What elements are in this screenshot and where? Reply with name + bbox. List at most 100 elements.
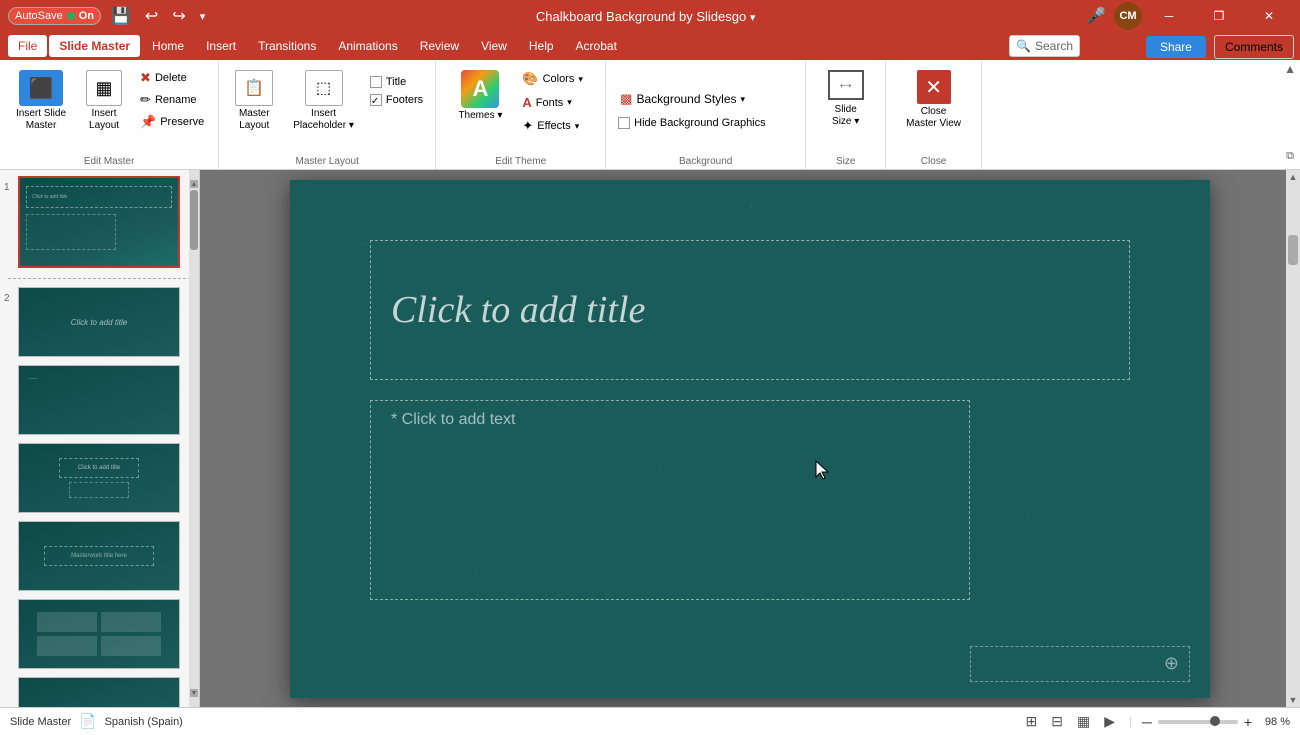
- themes-button[interactable]: A Themes ▾: [450, 66, 510, 125]
- slide-item-7[interactable]: [4, 677, 195, 707]
- comments-button[interactable]: Comments: [1214, 35, 1294, 59]
- slide-size-button[interactable]: ⟷ SlideSize ▾: [820, 66, 872, 132]
- colors-button[interactable]: 🎨 Colors ▾: [514, 68, 591, 90]
- canvas-scrollbar-v[interactable]: ▲ ▼: [1286, 170, 1300, 707]
- themes-icon: A: [461, 70, 499, 108]
- slide-thumb-4[interactable]: Click to add title: [18, 443, 180, 513]
- title-placeholder[interactable]: Click to add title: [370, 240, 1130, 380]
- footers-cb-icon: [370, 94, 382, 106]
- slide-item-4[interactable]: Click to add title: [4, 443, 195, 513]
- size-label: Size: [836, 152, 855, 167]
- search-icon: 🔍: [1016, 39, 1031, 53]
- menu-home[interactable]: Home: [142, 35, 194, 57]
- scroll-down-button[interactable]: ▼: [1287, 693, 1300, 707]
- insert-placeholder-button[interactable]: ⬚ InsertPlaceholder ▾: [285, 66, 362, 136]
- slide-thumb-3[interactable]: ──: [18, 365, 180, 435]
- title-placeholder-text: Click to add title: [391, 288, 645, 332]
- colors-icon: 🎨: [522, 71, 538, 87]
- slide-item-2[interactable]: 2 Click to add title: [4, 287, 195, 357]
- menu-slide-master[interactable]: Slide Master: [49, 35, 140, 57]
- search-text: Search: [1035, 39, 1073, 53]
- insert-slide-master-button[interactable]: ⬛ Insert SlideMaster: [8, 66, 74, 136]
- delete-button[interactable]: ✖ Delete: [134, 68, 210, 88]
- background-expand-button[interactable]: ⧉: [1286, 150, 1294, 163]
- menu-transitions[interactable]: Transitions: [248, 35, 326, 57]
- zoom-percent-label[interactable]: 98 %: [1258, 716, 1290, 728]
- title-bar-left: AutoSave On 💾 ↩ ↪ ▾: [8, 4, 209, 28]
- slide-thumb-1[interactable]: Click to add title: [18, 176, 180, 268]
- slide-item-1[interactable]: 1 Click to add title: [4, 176, 195, 268]
- ribbon-collapse-button[interactable]: ▲: [1284, 62, 1296, 76]
- preserve-button[interactable]: 📌 Preserve: [134, 112, 210, 132]
- rename-button[interactable]: ✏ Rename: [134, 90, 210, 110]
- notes-icon[interactable]: 📄: [79, 713, 96, 730]
- ribbon-group-edit-master: ⬛ Insert SlideMaster ▦ InsertLayout ✖ De…: [0, 60, 219, 169]
- main-area: 1 Click to add title 2 Click to add titl…: [0, 170, 1300, 707]
- scroll-thumb-v[interactable]: [1288, 235, 1298, 265]
- close-group-label: Close: [921, 152, 947, 167]
- panel-scrollbar[interactable]: ▲ ▼: [189, 170, 199, 707]
- close-master-view-button[interactable]: ✕ CloseMaster View: [894, 66, 973, 134]
- autosave-state: On: [79, 10, 94, 22]
- menu-review[interactable]: Review: [410, 35, 469, 57]
- ribbon-group-close: ✕ CloseMaster View Close: [886, 60, 982, 169]
- master-layout-button[interactable]: 📋 MasterLayout: [227, 66, 281, 136]
- redo-icon[interactable]: ↪: [168, 4, 189, 28]
- autosave-toggle[interactable]: AutoSave On: [8, 7, 101, 25]
- mic-icon[interactable]: 🎤: [1082, 4, 1110, 28]
- slide-thumb-7[interactable]: [18, 677, 180, 707]
- autosave-label: AutoSave: [15, 10, 63, 22]
- slide-thumb-6[interactable]: [18, 599, 180, 669]
- background-label: Background: [679, 152, 732, 167]
- footers-checkbox[interactable]: Footers: [366, 92, 427, 108]
- insert-placeholder-icon: ⬚: [305, 70, 343, 106]
- zoom-slider[interactable]: [1158, 720, 1238, 724]
- cursor: [814, 459, 832, 484]
- menu-insert[interactable]: Insert: [196, 35, 246, 57]
- save-icon[interactable]: 💾: [107, 4, 135, 28]
- minimize-button[interactable]: ─: [1146, 0, 1192, 32]
- slide-thumb-5[interactable]: Masterwork title here: [18, 521, 180, 591]
- slide-item-3[interactable]: ──: [4, 365, 195, 435]
- menu-view[interactable]: View: [471, 35, 517, 57]
- undo-icon[interactable]: ↩: [141, 4, 162, 28]
- status-right: ⊞ ⊟ ▦ ▶ | ─ + 98 %: [1022, 711, 1290, 732]
- effects-button[interactable]: ✦ Effects ▾: [514, 115, 591, 137]
- normal-view-button[interactable]: ⊞: [1022, 711, 1042, 732]
- slide-sorter-button[interactable]: ⊟: [1047, 711, 1067, 732]
- share-button[interactable]: Share: [1146, 36, 1206, 58]
- insert-layout-button[interactable]: ▦ InsertLayout: [78, 66, 130, 136]
- hide-background-checkbox[interactable]: Hide Background Graphics: [614, 115, 769, 131]
- slideshow-button[interactable]: ▶: [1100, 711, 1119, 732]
- slide-size-icon: ⟷: [828, 70, 864, 100]
- ribbon-group-edit-theme: A Themes ▾ 🎨 Colors ▾ A Fonts ▾ ✦ Effect…: [436, 60, 606, 169]
- background-styles-button[interactable]: ▩ Background Styles ▾: [614, 87, 751, 111]
- title-checkbox[interactable]: Title: [366, 74, 427, 90]
- zoom-out-button[interactable]: ─: [1142, 714, 1152, 730]
- scroll-up-button[interactable]: ▲: [1287, 170, 1300, 184]
- fonts-button[interactable]: A Fonts ▾: [514, 92, 591, 113]
- menu-animations[interactable]: Animations: [328, 35, 407, 57]
- zoom-in-button[interactable]: +: [1244, 714, 1252, 730]
- ribbon-group-background: ▩ Background Styles ▾ Hide Background Gr…: [606, 60, 806, 169]
- menu-acrobat[interactable]: Acrobat: [566, 35, 627, 57]
- reading-view-button[interactable]: ▦: [1073, 711, 1094, 732]
- title-bar: AutoSave On 💾 ↩ ↪ ▾ Chalkboard Backgroun…: [0, 0, 1300, 32]
- zoom-thumb[interactable]: [1210, 716, 1220, 726]
- master-layout-label: Master Layout: [296, 152, 359, 167]
- content-placeholder[interactable]: * Click to add text: [370, 400, 970, 600]
- language-label[interactable]: Spanish (Spain): [105, 716, 183, 728]
- quick-access-more[interactable]: ▾: [196, 8, 210, 25]
- slide-item-6[interactable]: [4, 599, 195, 669]
- slide-thumb-2[interactable]: Click to add title: [18, 287, 180, 357]
- restore-button[interactable]: ❐: [1196, 0, 1242, 32]
- search-box[interactable]: 🔍 Search: [1009, 35, 1080, 57]
- title-cb-icon: [370, 76, 382, 88]
- menu-help[interactable]: Help: [519, 35, 564, 57]
- menu-file[interactable]: File: [8, 35, 47, 57]
- close-button[interactable]: ✕: [1246, 0, 1292, 32]
- content-placeholder-text: * Click to add text: [391, 411, 516, 429]
- slide-item-5[interactable]: Masterwork title here: [4, 521, 195, 591]
- user-avatar[interactable]: CM: [1114, 2, 1142, 30]
- footer-placeholder[interactable]: ⊕: [970, 646, 1190, 682]
